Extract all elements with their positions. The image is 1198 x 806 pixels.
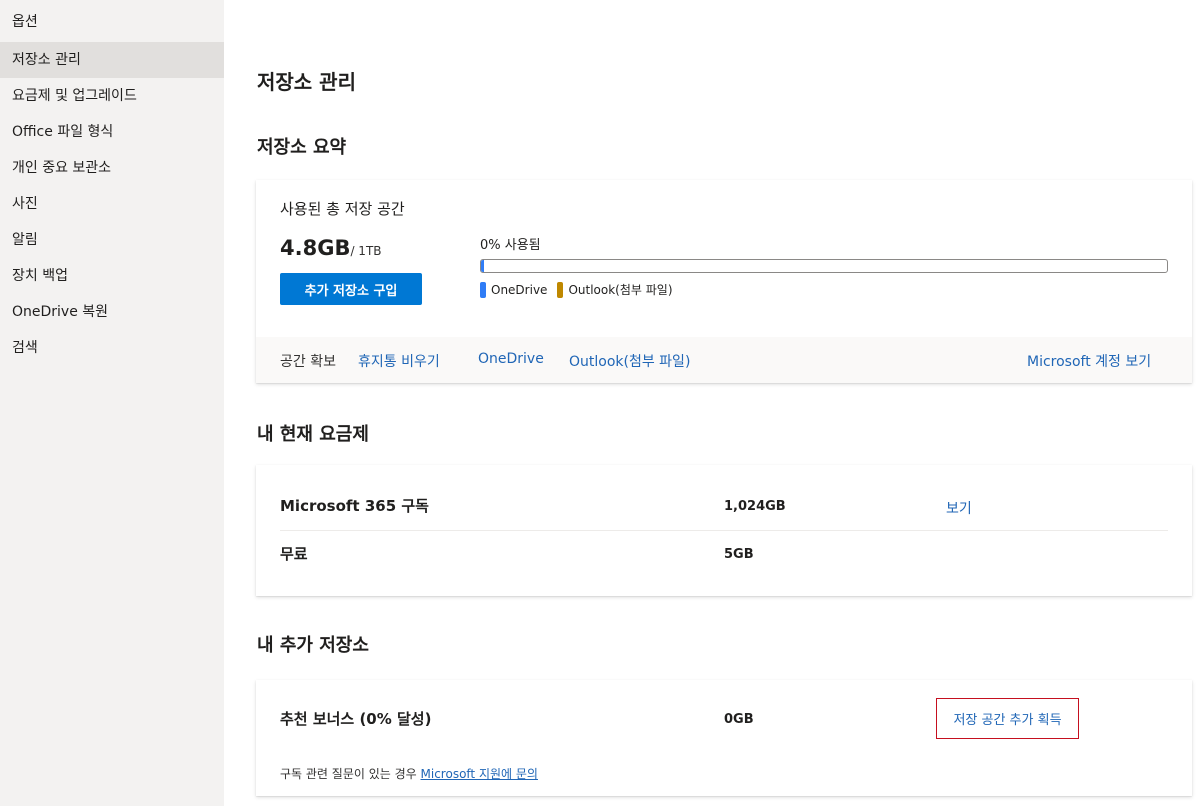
storage-legend: OneDrive Outlook(첨부 파일): [480, 281, 683, 298]
contact-support-link[interactable]: Microsoft 지원에 문의: [421, 767, 538, 781]
plan-row: 무료 5GB: [280, 531, 1168, 579]
referral-bonus-size: 0GB: [724, 712, 754, 727]
storage-summary-heading: 저장소 요약: [257, 137, 347, 158]
legend-item-onedrive: OneDrive: [480, 281, 548, 298]
total-storage-label: 사용된 총 저장 공간: [280, 200, 405, 218]
storage-used-amount: 4.8GB/ 1TB: [280, 236, 382, 260]
onedrive-link[interactable]: OneDrive: [478, 351, 544, 367]
sidebar-title: 옵션: [12, 14, 38, 30]
percent-used-label: 0% 사용됨: [480, 238, 541, 253]
view-microsoft-account-link[interactable]: Microsoft 계정 보기: [1027, 351, 1151, 371]
sidebar: 옵션 저장소 관리 요금제 및 업그레이드 Office 파일 형식 개인 중요…: [0, 0, 224, 806]
buy-more-storage-button[interactable]: 추가 저장소 구입: [280, 273, 422, 305]
current-plan-card: Microsoft 365 구독 1,024GB 보기 무료 5GB: [256, 465, 1192, 596]
sidebar-item-photos[interactable]: 사진: [0, 186, 224, 222]
sidebar-item-onedrive-restore[interactable]: OneDrive 복원: [0, 294, 224, 330]
sidebar-nav: 저장소 관리 요금제 및 업그레이드 Office 파일 형식 개인 중요 보관…: [0, 42, 224, 366]
storage-progress-fill: [481, 260, 484, 272]
sidebar-item-search[interactable]: 검색: [0, 330, 224, 366]
plan-size: 5GB: [724, 547, 754, 562]
support-prefix: 구독 관련 질문이 있는 경우: [280, 767, 421, 781]
sidebar-item-plans-upgrades[interactable]: 요금제 및 업그레이드: [0, 78, 224, 114]
support-note: 구독 관련 질문이 있는 경우 Microsoft 지원에 문의: [280, 765, 538, 782]
sidebar-item-office-file-format[interactable]: Office 파일 형식: [0, 114, 224, 150]
sidebar-item-device-backup[interactable]: 장치 백업: [0, 258, 224, 294]
empty-recycle-bin-link[interactable]: 휴지통 비우기: [358, 351, 440, 371]
plan-name: 무료: [280, 545, 308, 563]
plan-row: Microsoft 365 구독 1,024GB 보기: [280, 483, 1168, 531]
storage-progress-bar: [480, 259, 1168, 273]
sidebar-item-notifications[interactable]: 알림: [0, 222, 224, 258]
legend-item-outlook: Outlook(첨부 파일): [557, 281, 673, 298]
sidebar-item-personal-vault[interactable]: 개인 중요 보관소: [0, 150, 224, 186]
total-amount: / 1TB: [350, 244, 382, 258]
page-title: 저장소 관리: [257, 70, 356, 94]
legend-label: Outlook(첨부 파일): [568, 283, 673, 297]
current-plan-heading: 내 현재 요금제: [257, 424, 369, 445]
outlook-swatch-icon: [557, 281, 564, 298]
onedrive-options-page: 옵션 저장소 관리 요금제 및 업그레이드 Office 파일 형식 개인 중요…: [0, 0, 1198, 806]
plan-name: Microsoft 365 구독: [280, 497, 429, 515]
extra-storage-heading: 내 추가 저장소: [257, 635, 369, 656]
extra-storage-card: 추천 보너스 (0% 달성) 0GB 저장 공간 추가 획득 구독 관련 질문이…: [256, 680, 1192, 796]
get-more-storage-button[interactable]: 저장 공간 추가 획득: [936, 698, 1079, 739]
free-up-space-label: 공간 확보: [280, 354, 336, 370]
used-amount: 4.8GB: [280, 236, 351, 260]
outlook-attachments-link[interactable]: Outlook(첨부 파일): [569, 351, 690, 371]
onedrive-swatch-icon: [480, 281, 486, 298]
free-up-space-bar: 공간 확보 휴지통 비우기 OneDrive Outlook(첨부 파일) Mi…: [256, 337, 1192, 383]
view-plan-link[interactable]: 보기: [946, 498, 972, 518]
main-content: 저장소 관리 저장소 요약 사용된 총 저장 공간 4.8GB/ 1TB 추가 …: [224, 0, 1198, 806]
sidebar-item-storage-management[interactable]: 저장소 관리: [0, 42, 224, 78]
legend-label: OneDrive: [491, 282, 548, 297]
referral-bonus-name: 추천 보너스 (0% 달성): [280, 710, 432, 728]
storage-summary-card: 사용된 총 저장 공간 4.8GB/ 1TB 추가 저장소 구입 0% 사용됨 …: [256, 180, 1192, 383]
plan-size: 1,024GB: [724, 499, 786, 514]
